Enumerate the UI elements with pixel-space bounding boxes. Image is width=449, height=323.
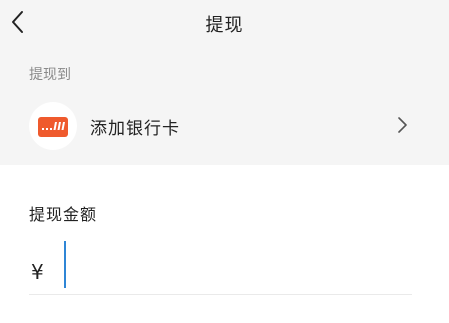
page-title: 提现	[205, 15, 244, 36]
withdraw-header-section: 提现 提现到 添加银行卡	[0, 0, 449, 165]
withdraw-to-label: 提现到	[29, 67, 71, 83]
amount-input[interactable]	[65, 241, 407, 289]
amount-label: 提现金额	[29, 205, 98, 224]
add-bank-card-row[interactable]: 添加银行卡	[0, 98, 449, 154]
chevron-right-icon	[398, 117, 407, 133]
add-bank-card-label: 添加银行卡	[90, 119, 180, 139]
bank-card-avatar	[29, 102, 77, 150]
nav-bar: 提现	[0, 0, 449, 46]
bank-card-icon	[38, 117, 68, 137]
amount-field: ¥	[29, 238, 412, 295]
currency-symbol: ¥	[31, 260, 44, 284]
